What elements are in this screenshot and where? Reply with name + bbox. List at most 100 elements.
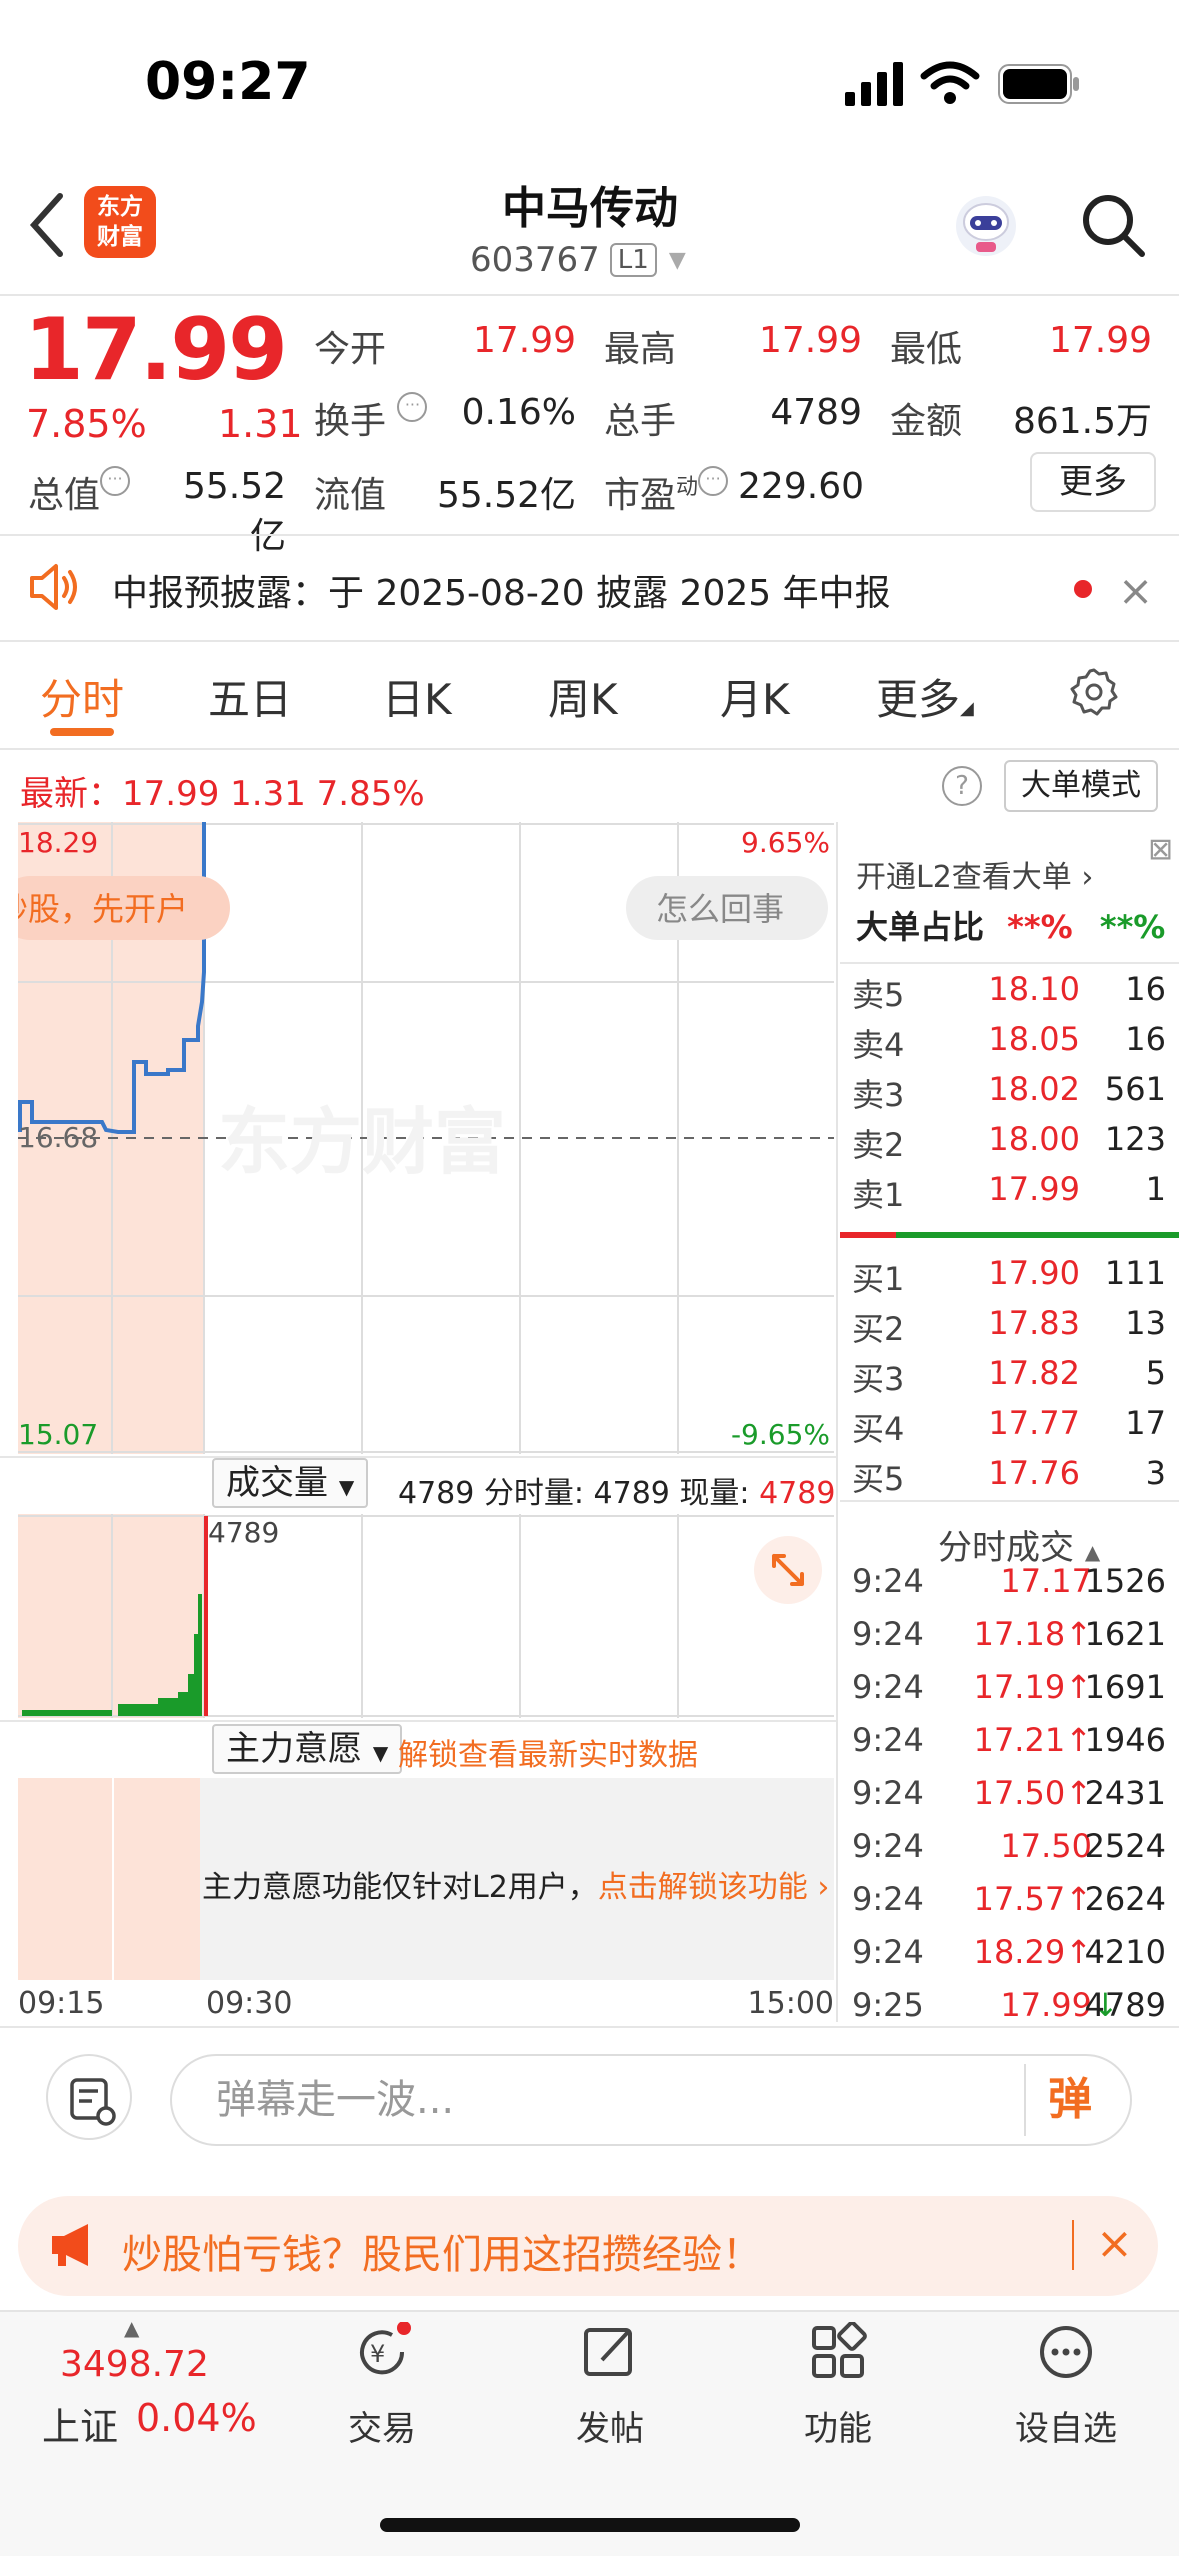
trade-price: 17.19↑ [973, 1668, 1092, 1706]
big-order-mode-button[interactable]: 大单模式 [1004, 760, 1158, 812]
divider [840, 1500, 1179, 1502]
bid-price: 17.83 [988, 1304, 1080, 1342]
bid-label: 买1 [852, 1260, 905, 1298]
ask-volume: 16 [1125, 1020, 1166, 1058]
more-button[interactable]: 更多 [1030, 452, 1156, 512]
volume-label: 总手 [604, 401, 677, 442]
divider [1072, 2220, 1074, 2270]
compose-icon [584, 2328, 632, 2376]
ask-price: 18.10 [988, 970, 1080, 1008]
change-percent: 7.85% [26, 402, 147, 446]
pe-label[interactable]: 市盈动 ··· [604, 466, 729, 518]
ask-row: 卖4 18.05 16 [852, 1020, 1170, 1070]
ask-bid-ratio-bar [840, 1232, 1179, 1238]
bid-label: 买2 [852, 1310, 905, 1348]
trade-volume: 2524 [1084, 1827, 1166, 1865]
nav-post[interactable]: 发帖 [530, 2322, 690, 2450]
time-axis-open: 09:30 [206, 1986, 293, 2021]
robot-assistant-icon[interactable] [950, 190, 1022, 262]
volume-indicator-select[interactable]: 成交量 ▼ [212, 1458, 369, 1508]
bid-price: 17.77 [988, 1404, 1080, 1442]
trade-time: 9:25 [852, 1986, 924, 2024]
comment-settings-icon[interactable] [46, 2054, 132, 2140]
low-value: 17.99 [1048, 320, 1152, 361]
trade-time: 9:24 [852, 1827, 924, 1865]
index-value[interactable]: 3498.72 [60, 2344, 209, 2385]
trade-price: 17.50 [1000, 1827, 1092, 1865]
bid-label: 买4 [852, 1410, 905, 1448]
trade-volume: 1526 [1084, 1562, 1166, 1600]
nav-watchlist-settings[interactable]: 设自选 [986, 2322, 1146, 2450]
ask-row: 卖1 17.99 1 [852, 1170, 1170, 1220]
trade-volume: 2624 [1084, 1880, 1166, 1918]
bid-volume: 5 [1145, 1354, 1166, 1392]
trade-row: 9:24 17.18↑ 1621 [852, 1615, 1170, 1667]
tab-five-day[interactable]: 五日 [208, 666, 292, 727]
info-icon: ··· [698, 466, 729, 496]
ask-row: 卖3 18.02 561 [852, 1070, 1170, 1120]
trade-price: 17.17 [1000, 1562, 1092, 1600]
tab-daily-k[interactable]: 日K [382, 666, 452, 727]
trade-row: 9:24 17.50↑ 2431 [852, 1774, 1170, 1826]
bid-volume: 17 [1125, 1404, 1166, 1442]
nav-trade[interactable]: ¥ 交易 [302, 2321, 462, 2450]
more-dots-icon [1040, 2326, 1092, 2378]
close-icon[interactable]: × [1096, 2218, 1133, 2269]
ask-label: 卖2 [852, 1126, 905, 1164]
market-cap-label[interactable]: 总值 ··· [28, 466, 131, 518]
ask-label: 卖5 [852, 976, 905, 1014]
time-axis-close: 15:00 [747, 1986, 834, 2021]
divider [836, 822, 838, 2022]
info-icon: ··· [397, 392, 428, 422]
tab-monthly-k[interactable]: 月K [720, 666, 790, 727]
watermark: 东方财富 [218, 1100, 506, 1184]
index-name[interactable]: 上证 [42, 2396, 118, 2451]
open-account-pill-text: 炒股，先开户 [18, 890, 188, 928]
bid-label: 买3 [852, 1360, 905, 1398]
danmaku-send-button[interactable]: 弹 [1024, 2064, 1124, 2136]
unread-dot [1074, 580, 1092, 598]
l2-upgrade-link[interactable]: 开通L2查看大单 › [856, 852, 1093, 896]
unlock-realtime-link[interactable]: 解锁查看最新实时数据 [398, 1730, 698, 1774]
low-label: 最低 [890, 329, 963, 370]
settings-gear-icon[interactable] [1068, 666, 1120, 718]
megaphone-icon [52, 2224, 88, 2266]
home-indicator [380, 2518, 800, 2532]
wifi-icon [920, 61, 980, 104]
tab-more[interactable]: 更多◢ [876, 666, 974, 727]
help-icon[interactable]: ? [942, 766, 982, 806]
svg-text:¥: ¥ [370, 2340, 385, 2368]
tab-weekly-k[interactable]: 周K [548, 666, 618, 727]
app-logo: 东方 财富 [84, 186, 156, 258]
turnover-label[interactable]: 换手 ··· [314, 392, 428, 444]
ask-row: 卖5 18.10 16 [852, 970, 1170, 1020]
pe-value: 229.60 [738, 466, 864, 507]
cellular-signal-icon [845, 62, 903, 106]
main-force-indicator-select[interactable]: 主力意愿 ▼ [212, 1724, 403, 1774]
ask-price: 17.99 [988, 1170, 1080, 1208]
status-time: 09:27 [145, 52, 311, 112]
bid-row: 买1 17.90 111 [852, 1254, 1170, 1304]
bottom-pct-label: -9.65% [731, 1418, 830, 1451]
search-icon[interactable] [1078, 190, 1148, 260]
back-icon[interactable] [26, 190, 66, 260]
close-icon[interactable]: ⊠ [1148, 832, 1173, 867]
float-cap-value: 55.52亿 [436, 475, 576, 516]
index-percent[interactable]: 0.04% [136, 2396, 257, 2440]
trade-time: 9:24 [852, 1880, 924, 1918]
close-icon[interactable]: × [1118, 566, 1153, 615]
trade-row: 9:25 17.99 ↓ 4789 [852, 1986, 1170, 2038]
ask-row: 卖2 18.00 123 [852, 1120, 1170, 1170]
tab-intraday[interactable]: 分时 [40, 666, 124, 727]
nav-functions[interactable]: 功能 [758, 2321, 918, 2450]
notice-text[interactable]: 中报预披露：于 2025-08-20 披露 2025 年中报 [112, 564, 891, 616]
danmaku-input[interactable]: 弹幕走一波... [170, 2054, 1132, 2146]
intraday-price-chart[interactable]: 东方财富 18.29 16.68 15.07 9.65% -9.65% 炒股，先… [18, 822, 834, 1454]
trade-row: 9:24 17.57↑ 2624 [852, 1880, 1170, 1932]
bid-row: 买4 17.77 17 [852, 1404, 1170, 1454]
ask-volume: 123 [1104, 1120, 1166, 1158]
trade-icon: ¥ [360, 2321, 411, 2375]
unlock-feature-link[interactable]: 点击解锁该功能 › [598, 1870, 830, 1905]
stock-code-row[interactable]: 603767 L1 ▼ [470, 240, 686, 280]
trade-volume: 1691 [1084, 1668, 1166, 1706]
